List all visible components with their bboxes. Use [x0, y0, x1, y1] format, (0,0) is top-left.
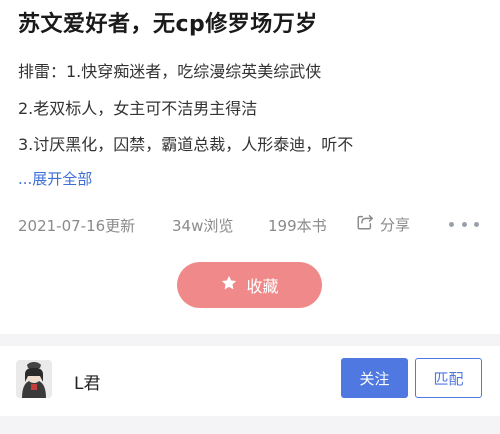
more-dots-icon[interactable] — [449, 214, 479, 234]
booklist-title: 苏文爱好者，无cp修罗场万岁 — [18, 12, 318, 37]
follow-button[interactable]: 关注 — [341, 358, 408, 398]
collect-label: 收藏 — [246, 277, 279, 296]
collect-button[interactable]: 收藏 — [177, 262, 322, 308]
share-button[interactable]: 分享 — [356, 213, 410, 235]
author-row: L君 关注 匹配 — [0, 346, 500, 416]
match-button[interactable]: 匹配 — [415, 358, 482, 398]
share-label: 分享 — [380, 215, 411, 234]
description-line-2: 2.老双标人，女主可不洁男主得洁 — [18, 99, 258, 118]
section-divider — [0, 334, 500, 346]
avatar[interactable] — [16, 360, 52, 398]
description-line-1: 排雷：1.快穿痴迷者，吃综漫综英美综武侠 — [18, 62, 322, 81]
view-count: 34w浏览 — [172, 217, 234, 235]
star-icon — [220, 274, 238, 296]
description-line-3: 3.讨厌黑化，囚禁，霸道总裁，人形泰迪，听不 — [18, 135, 354, 154]
share-icon — [356, 213, 374, 235]
author-name[interactable]: L君 — [74, 369, 100, 394]
expand-all-link[interactable]: ...展开全部 — [18, 168, 92, 189]
book-count: 199本书 — [268, 217, 327, 235]
bottom-divider — [0, 416, 500, 434]
updated-date: 2021-07-16更新 — [18, 217, 136, 235]
